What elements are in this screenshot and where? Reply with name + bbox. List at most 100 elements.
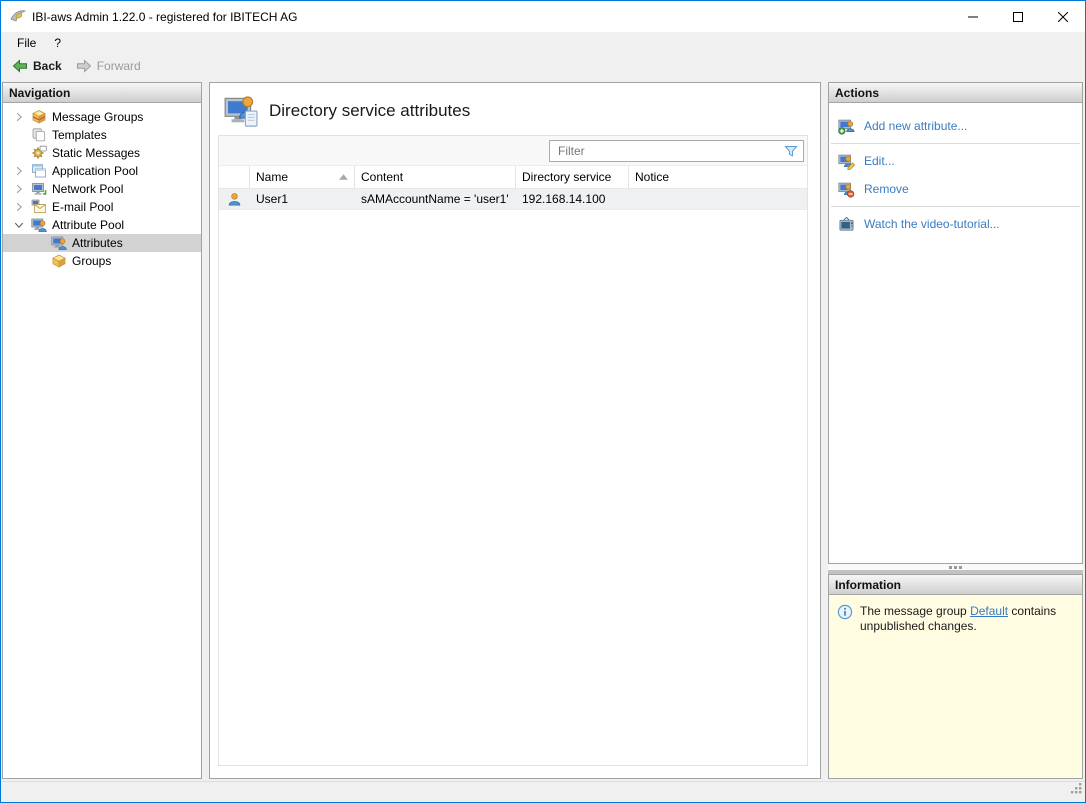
forward-button[interactable]: Forward bbox=[71, 56, 146, 76]
sort-ascending-icon bbox=[339, 174, 348, 180]
navigation-panel-header: Navigation bbox=[3, 83, 201, 103]
back-label: Back bbox=[33, 59, 62, 73]
info-icon bbox=[837, 604, 853, 769]
message-groups-icon bbox=[31, 109, 47, 125]
user-icon bbox=[219, 192, 250, 207]
attributes-icon bbox=[51, 235, 67, 251]
close-button[interactable] bbox=[1040, 1, 1085, 32]
cell-name: User1 bbox=[256, 192, 289, 206]
resize-grip-icon[interactable] bbox=[1070, 781, 1082, 799]
horizontal-splitter[interactable] bbox=[828, 564, 1083, 574]
navigation-toolbar: Back Forward bbox=[1, 54, 1085, 78]
tree-item-label: Groups bbox=[72, 254, 112, 268]
default-message-group-link[interactable]: Default bbox=[970, 604, 1008, 618]
tree-item-groups[interactable]: Groups bbox=[3, 252, 201, 270]
action-label: Edit... bbox=[864, 154, 895, 168]
information-body: The message group Default contains unpub… bbox=[829, 595, 1082, 778]
column-label: Directory service bbox=[522, 170, 612, 184]
chevron-right-icon[interactable] bbox=[11, 163, 27, 179]
menu-file[interactable]: File bbox=[8, 34, 45, 52]
column-label: Notice bbox=[635, 170, 670, 184]
network-pool-icon bbox=[31, 181, 47, 197]
filter-input[interactable] bbox=[556, 142, 783, 159]
edit-link[interactable]: Edit... bbox=[829, 147, 1082, 175]
minimize-button[interactable] bbox=[950, 1, 995, 32]
directory-service-attributes-icon bbox=[224, 92, 261, 129]
add-attribute-icon bbox=[838, 118, 855, 135]
attributes-grid: Name Content Directory service Notice Us… bbox=[218, 135, 808, 766]
tree-item-label: E-mail Pool bbox=[52, 200, 114, 214]
remove-link[interactable]: Remove bbox=[829, 175, 1082, 203]
close-icon bbox=[1057, 11, 1068, 22]
action-label: Add new attribute... bbox=[864, 119, 968, 133]
templates-icon bbox=[31, 127, 47, 143]
page-title: Directory service attributes bbox=[269, 100, 471, 120]
content-area: Navigation Message Groups Templates Stat… bbox=[1, 78, 1085, 781]
tree-item-static-messages[interactable]: Static Messages bbox=[3, 144, 201, 162]
chevron-right-icon[interactable] bbox=[11, 109, 27, 125]
tree-item-label: Static Messages bbox=[52, 146, 141, 160]
back-button[interactable]: Back bbox=[7, 56, 67, 76]
table-row[interactable]: User1 sAMAccountName = 'user1' 192.168.1… bbox=[219, 189, 807, 210]
minimize-icon bbox=[967, 16, 978, 17]
info-text-before: The message group bbox=[860, 604, 971, 618]
cell-content: sAMAccountName = 'user1' bbox=[361, 192, 509, 206]
forward-label: Forward bbox=[96, 59, 141, 73]
tree-item-network-pool[interactable]: Network Pool bbox=[3, 180, 201, 198]
tree-item-application-pool[interactable]: Application Pool bbox=[3, 162, 201, 180]
column-header-notice[interactable]: Notice bbox=[629, 166, 807, 188]
actions-panel: Actions Add new attribute... Edit... Rem… bbox=[828, 82, 1083, 564]
watch-video-tutorial-link[interactable]: Watch the video-tutorial... bbox=[829, 210, 1082, 238]
tree-item-label: Attribute Pool bbox=[52, 218, 125, 232]
vertical-splitter-right[interactable] bbox=[821, 82, 828, 779]
actions-separator bbox=[831, 143, 1080, 144]
filter-field[interactable] bbox=[549, 139, 804, 162]
vertical-splitter-left[interactable] bbox=[202, 82, 209, 779]
column-header-icon[interactable] bbox=[219, 166, 250, 188]
column-label: Name bbox=[256, 170, 289, 184]
actions-panel-header: Actions bbox=[829, 83, 1082, 103]
tree-item-templates[interactable]: Templates bbox=[3, 126, 201, 144]
app-window: IBI-aws Admin 1.22.0 - registered for IB… bbox=[0, 0, 1086, 803]
information-panel-header: Information bbox=[829, 575, 1082, 595]
maximize-icon bbox=[1012, 11, 1023, 22]
chevron-right-icon[interactable] bbox=[11, 199, 27, 215]
tree-item-message-groups[interactable]: Message Groups bbox=[3, 108, 201, 126]
filter-funnel-icon[interactable] bbox=[783, 143, 799, 159]
column-header-content[interactable]: Content bbox=[355, 166, 516, 188]
grid-empty-area bbox=[219, 210, 807, 765]
navigation-tree: Message Groups Templates Static Messages… bbox=[3, 103, 201, 270]
column-label: Content bbox=[361, 170, 404, 184]
main-header: Directory service attributes bbox=[210, 83, 820, 135]
tree-item-label: Templates bbox=[52, 128, 107, 142]
chevron-right-icon[interactable] bbox=[11, 181, 27, 197]
navigation-panel: Navigation Message Groups Templates Stat… bbox=[2, 82, 202, 779]
tree-item-email-pool[interactable]: E-mail Pool bbox=[3, 198, 201, 216]
tree-item-attribute-pool[interactable]: Attribute Pool bbox=[3, 216, 201, 234]
column-header-name[interactable]: Name bbox=[250, 166, 355, 188]
main-panel: Directory service attributes Name Conten… bbox=[209, 82, 821, 779]
menu-help[interactable]: ? bbox=[45, 34, 70, 52]
static-messages-icon bbox=[31, 145, 47, 161]
video-tutorial-icon bbox=[838, 216, 855, 233]
chevron-down-icon[interactable] bbox=[11, 217, 27, 233]
app-icon bbox=[10, 9, 26, 25]
window-title: IBI-aws Admin 1.22.0 - registered for IB… bbox=[32, 9, 298, 24]
information-message: The message group Default contains unpub… bbox=[860, 604, 1060, 769]
status-bar bbox=[1, 781, 1085, 802]
table-header: Name Content Directory service Notice bbox=[219, 166, 807, 189]
right-column: Actions Add new attribute... Edit... Rem… bbox=[828, 82, 1083, 779]
actions-separator bbox=[831, 206, 1080, 207]
forward-arrow-icon bbox=[76, 59, 91, 73]
column-header-directory-service[interactable]: Directory service bbox=[516, 166, 629, 188]
maximize-button[interactable] bbox=[995, 1, 1040, 32]
tree-item-attributes[interactable]: Attributes bbox=[3, 234, 201, 252]
tree-item-label: Network Pool bbox=[52, 182, 124, 196]
tree-item-label: Attributes bbox=[72, 236, 123, 250]
email-pool-icon bbox=[31, 199, 47, 215]
tree-item-label: Message Groups bbox=[52, 110, 144, 124]
tree-item-label: Application Pool bbox=[52, 164, 139, 178]
title-bar: IBI-aws Admin 1.22.0 - registered for IB… bbox=[1, 1, 1085, 32]
information-panel: Information The message group Default co… bbox=[828, 574, 1083, 779]
add-new-attribute-link[interactable]: Add new attribute... bbox=[829, 112, 1082, 140]
